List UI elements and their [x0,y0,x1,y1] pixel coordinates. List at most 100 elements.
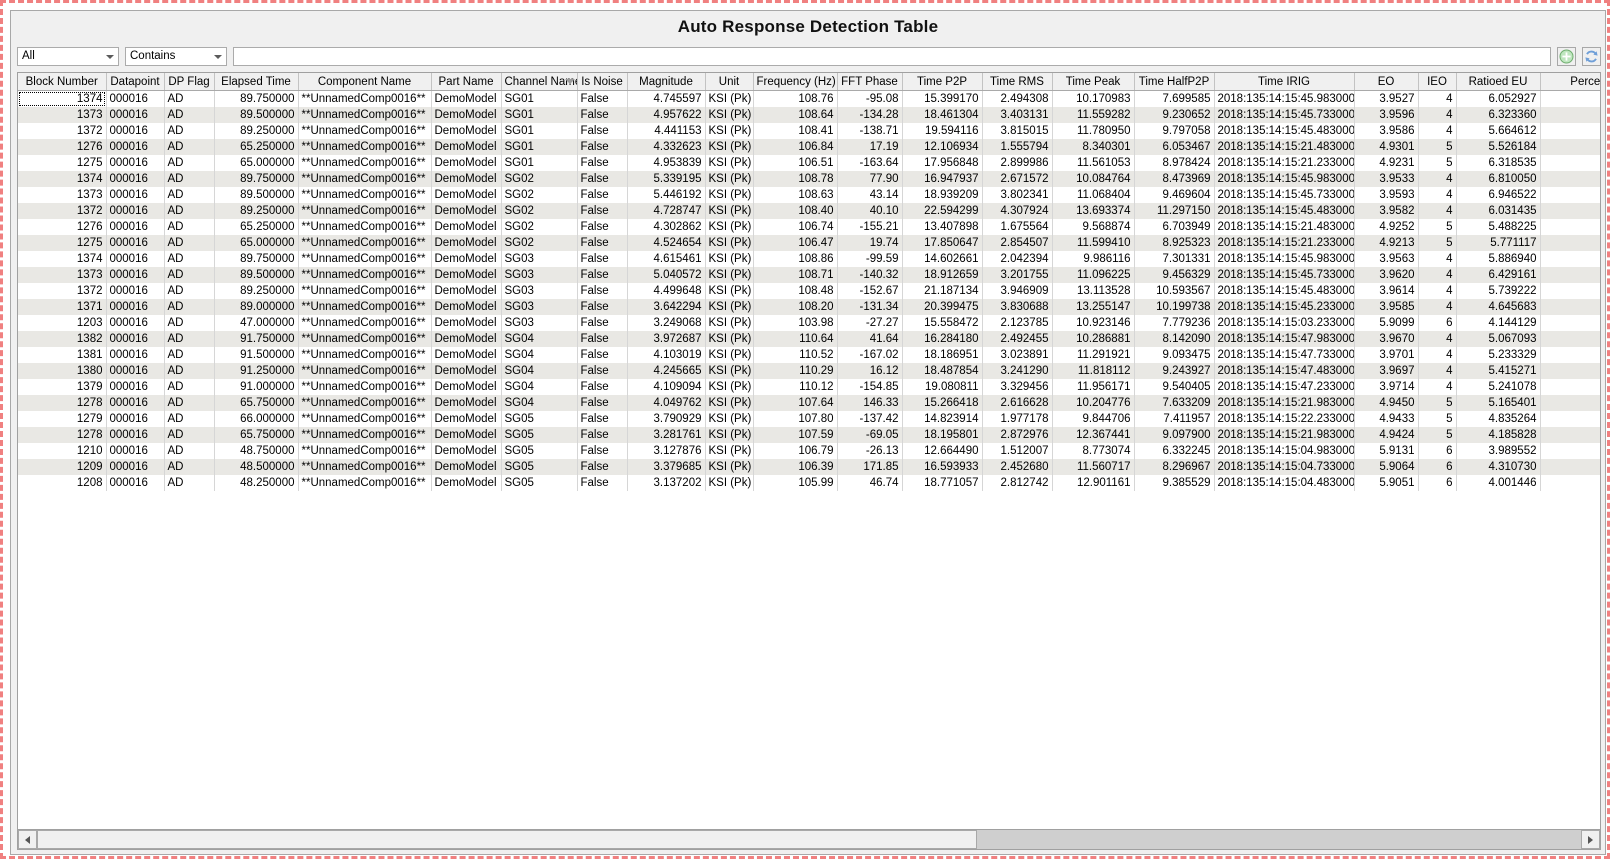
table-cell[interactable]: 8.142090 [1134,331,1215,347]
table-cell[interactable]: SG02 [501,203,578,219]
table-cell[interactable]: 6.053467 [1134,139,1215,155]
table-cell[interactable]: 5.446192 [627,187,706,203]
table-cell[interactable]: -155.21 [837,219,903,235]
table-cell[interactable]: SG03 [501,283,578,299]
table-cell[interactable]: 2018:135:14:15:45.483000 [1214,283,1355,299]
table-cell[interactable]: **UnnamedComp0016** [298,411,432,427]
table-cell[interactable]: 4.245665 [627,363,706,379]
table-cell[interactable]: 10.204776 [1052,395,1135,411]
table-cell[interactable] [1540,299,1600,315]
table-cell[interactable]: 107.80 [753,411,838,427]
column-header-unit[interactable]: Unit [705,73,754,91]
table-cell[interactable]: DemoModel [431,427,502,443]
table-cell[interactable]: 000016 [106,107,165,123]
table-cell[interactable]: **UnnamedComp0016** [298,155,432,171]
table-cell[interactable]: 11.297150 [1134,203,1215,219]
table-cell[interactable]: 5.241078 [1456,379,1541,395]
table-cell[interactable]: DemoModel [431,347,502,363]
table-cell[interactable]: 5.771117 [1456,235,1541,251]
table-cell[interactable]: -140.32 [837,267,903,283]
table-cell[interactable]: 4.728747 [627,203,706,219]
table-cell[interactable]: 2018:135:14:15:21.233000 [1214,155,1355,171]
table-cell[interactable]: DemoModel [431,475,502,491]
table-cell[interactable]: SG01 [501,155,578,171]
table-cell[interactable]: 2018:135:14:15:21.483000 [1214,219,1355,235]
table-cell[interactable]: 106.51 [753,155,838,171]
table-cell[interactable]: 40.10 [837,203,903,219]
table-cell[interactable]: 2.042394 [982,251,1053,267]
table-cell[interactable]: KSI (Pk) [705,267,754,283]
table-cell[interactable]: 4.103019 [627,347,706,363]
table-cell[interactable]: 65.250000 [214,139,299,155]
table-cell[interactable]: False [577,219,628,235]
table-cell[interactable]: 000016 [106,443,165,459]
table-cell[interactable]: False [577,90,628,107]
table-cell[interactable]: KSI (Pk) [705,171,754,187]
table-cell[interactable]: AD [164,411,215,427]
table-cell[interactable]: 5.339195 [627,171,706,187]
table-cell[interactable]: 2018:135:14:15:45.733000 [1214,187,1355,203]
table-cell[interactable]: DemoModel [431,251,502,267]
table-cell[interactable]: AD [164,283,215,299]
table-cell[interactable]: 4.332623 [627,139,706,155]
table-cell[interactable]: 000016 [106,90,165,107]
table-cell[interactable]: 19.594116 [902,123,983,139]
table-cell[interactable]: 000016 [106,267,165,283]
table-cell[interactable]: 146.33 [837,395,903,411]
table-cell[interactable]: 2018:135:14:15:04.733000 [1214,459,1355,475]
table-cell[interactable]: AD [164,107,215,123]
table-cell[interactable]: 6 [1418,443,1457,459]
table-cell[interactable]: KSI (Pk) [705,219,754,235]
table-cell[interactable]: 5.9099 [1354,315,1419,331]
table-cell[interactable]: AD [164,139,215,155]
table-cell[interactable]: KSI (Pk) [705,187,754,203]
table-cell[interactable]: DemoModel [431,219,502,235]
table-cell[interactable]: 4.645683 [1456,299,1541,315]
table-cell[interactable]: SG03 [501,267,578,283]
table-cell[interactable]: 4.001446 [1456,475,1541,491]
table-cell[interactable]: **UnnamedComp0016** [298,107,432,123]
table-cell[interactable]: 5 [1418,411,1457,427]
table-cell[interactable]: 1373 [18,107,107,123]
table-cell[interactable]: **UnnamedComp0016** [298,363,432,379]
table-cell[interactable]: **UnnamedComp0016** [298,267,432,283]
table-cell[interactable]: 5.9064 [1354,459,1419,475]
table-cell[interactable]: 91.000000 [214,379,299,395]
scroll-right-button[interactable] [1581,830,1600,849]
table-cell[interactable]: False [577,411,628,427]
table-cell[interactable]: 000016 [106,347,165,363]
table-cell[interactable]: KSI (Pk) [705,315,754,331]
table-cell[interactable]: 16.593933 [902,459,983,475]
table-cell[interactable]: 48.750000 [214,443,299,459]
table-cell[interactable]: 8.773074 [1052,443,1135,459]
table-cell[interactable]: 4.9252 [1354,219,1419,235]
table-cell[interactable]: 12.106934 [902,139,983,155]
table-cell[interactable]: 110.64 [753,331,838,347]
table-cell[interactable]: 5.886940 [1456,251,1541,267]
table-cell[interactable]: False [577,155,628,171]
filter-operator-dropdown[interactable]: Contains [125,46,227,66]
table-cell[interactable]: 5 [1418,219,1457,235]
table-cell[interactable]: 16.12 [837,363,903,379]
table-cell[interactable]: 3.790929 [627,411,706,427]
table-cell[interactable]: 3.281761 [627,427,706,443]
table-cell[interactable]: 2018:135:14:15:45.733000 [1214,107,1355,123]
scrollbar-track[interactable] [37,830,1581,849]
table-cell[interactable]: 108.63 [753,187,838,203]
table-cell[interactable]: AD [164,187,215,203]
table-cell[interactable]: 1382 [18,331,107,347]
table-cell[interactable]: 2.872976 [982,427,1053,443]
table-cell[interactable]: 3.241290 [982,363,1053,379]
table-cell[interactable]: 5.739222 [1456,283,1541,299]
table-cell[interactable]: 2018:135:14:15:45.483000 [1214,123,1355,139]
filter-text-input[interactable] [233,46,1551,66]
table-cell[interactable]: 3.642294 [627,299,706,315]
table-cell[interactable]: 1275 [18,155,107,171]
table-cell[interactable]: KSI (Pk) [705,427,754,443]
table-cell[interactable]: 110.29 [753,363,838,379]
table-cell[interactable]: 1379 [18,379,107,395]
table-cell[interactable]: KSI (Pk) [705,443,754,459]
table-cell[interactable]: 89.250000 [214,283,299,299]
column-header-part-name[interactable]: Part Name [431,73,502,91]
table-cell[interactable]: 22.594299 [902,203,983,219]
